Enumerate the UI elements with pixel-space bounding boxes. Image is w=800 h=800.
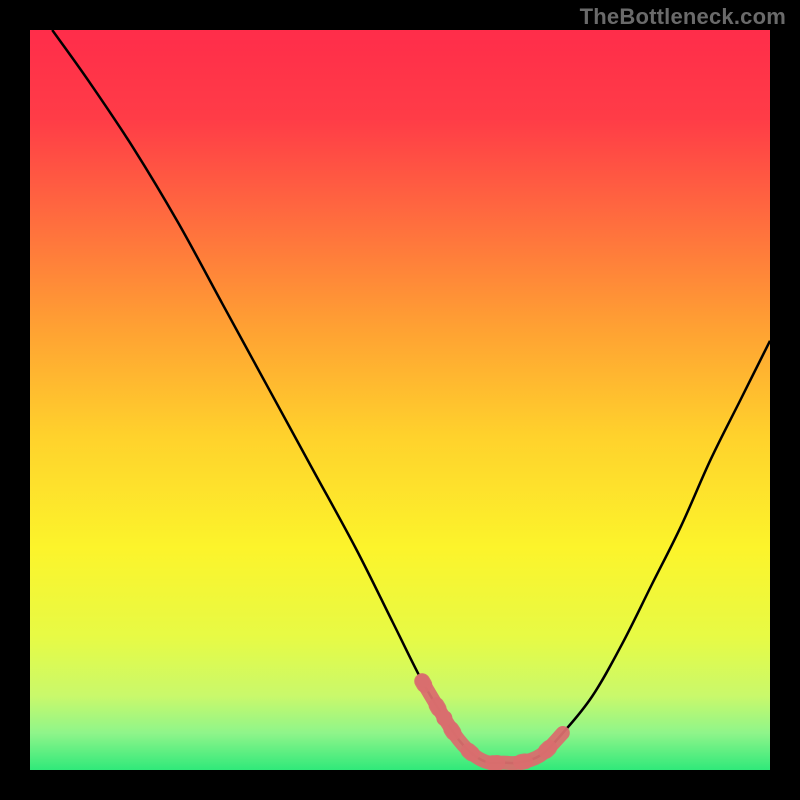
bottleneck-chart <box>30 30 770 770</box>
chart-background <box>30 30 770 770</box>
optimal-range-dot <box>436 710 452 726</box>
app-frame: TheBottleneck.com <box>0 0 800 800</box>
watermark-text: TheBottleneck.com <box>580 4 786 30</box>
optimal-range-dot <box>415 674 429 688</box>
chart-svg <box>30 30 770 770</box>
